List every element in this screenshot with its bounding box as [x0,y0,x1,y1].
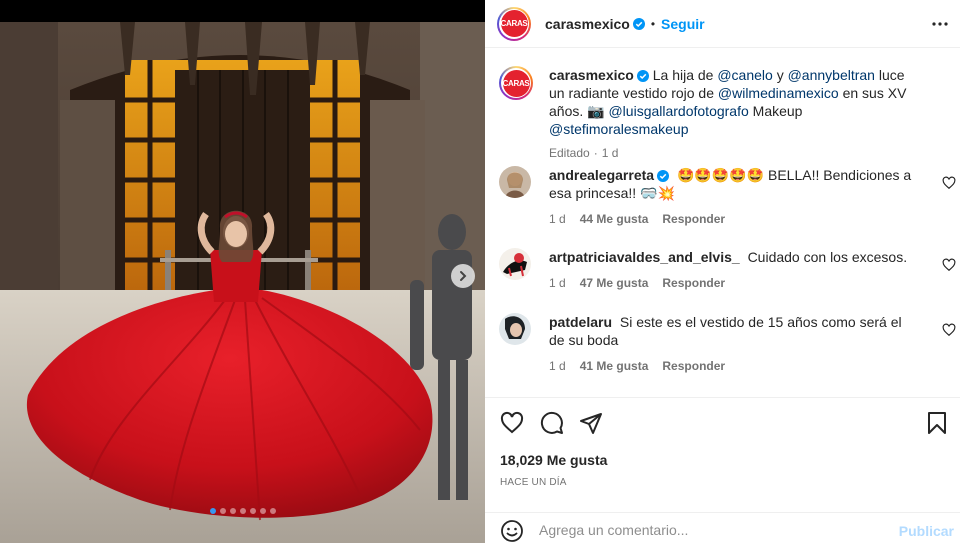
mention-link[interactable]: @canelo [717,67,772,83]
mention-link[interactable]: @annybeltran [788,67,875,83]
caption-meta-dot: · [593,146,598,160]
caption-time[interactable]: 1 d [602,144,619,162]
mention-link[interactable]: @luisgallardofotografo [608,103,748,119]
comment-likes[interactable]: 47 Me gusta [580,274,649,292]
caption-text-segment: y [772,67,788,83]
edited-label: Editado [549,146,590,160]
verified-icon [632,17,645,30]
carousel-dot [269,508,276,514]
carousel-next-button[interactable] [451,264,475,288]
comment-time[interactable]: 1 d [549,274,566,292]
caption-avatar-logo-text: CARAS [502,69,530,97]
carousel-dot [239,508,246,514]
post-photo[interactable] [0,0,485,543]
comment-avatar[interactable] [499,166,531,198]
like-button[interactable] [499,410,525,436]
header-username[interactable]: carasmexico [545,16,630,32]
comment-item: artpatriciavaldes_and_elvis_ Cuidado con… [499,248,960,292]
post-header: CARAS carasmexico • Seguir [485,0,960,48]
comment-time[interactable]: 1 d [549,357,566,375]
more-options-button[interactable] [930,14,950,34]
comment-username[interactable]: artpatriciavaldes_and_elvis_ [549,249,740,265]
avatar[interactable]: CARAS [497,6,531,41]
mention-link[interactable]: @wilmedinamexico [718,85,839,101]
caption-avatar[interactable]: CARAS [499,66,533,100]
post-panel: CARAS carasmexico • Seguir CARAS carasme… [485,0,960,543]
share-button[interactable] [578,410,604,436]
comment-button[interactable] [539,410,565,436]
likes-count[interactable]: 18,029 Me gusta [500,452,607,468]
caption-text-segment: 📷 [587,103,609,119]
save-button[interactable] [924,410,950,436]
comment-likes[interactable]: 44 Me gusta [580,210,649,228]
carousel-dot [249,508,256,514]
comment-avatar[interactable] [499,248,531,280]
carousel-indicator [0,508,485,514]
carousel-dot [219,508,226,514]
post-time[interactable]: HACE UN DÍA [500,477,567,488]
reply-button[interactable]: Responder [662,357,725,375]
comment-input[interactable] [539,517,879,543]
caption-text-segment: Makeup [748,103,803,119]
comment-username[interactable]: andrealegarreta [549,167,654,183]
carousel-dot [229,508,236,514]
comment-avatar[interactable] [499,313,531,345]
more-icon [932,22,948,26]
comment-username[interactable]: patdelaru [549,314,612,330]
comment-item: andrealegarreta 🤩🤩🤩🤩🤩 BELLA!! Bendicione… [499,166,960,228]
comment-icon [540,411,563,434]
avatar-logo-text: CARAS [500,10,528,37]
publish-button[interactable]: Publicar [899,523,954,539]
caption: CARAS carasmexico La hija de @canelo y @… [499,66,960,162]
heart-icon[interactable] [942,323,956,337]
heart-icon[interactable] [942,176,956,190]
emoji-icon[interactable] [500,519,524,543]
carousel-dot [209,508,216,514]
header-separator: • [650,16,656,31]
verified-icon [636,70,649,83]
post-image [0,0,485,543]
comment-time[interactable]: 1 d [549,210,566,228]
carousel-dot [259,508,266,514]
add-comment-bar: Publicar [485,512,960,543]
heart-icon [500,411,524,434]
verified-icon [657,170,670,183]
comment-item: patdelaru Si este es el vestido de 15 añ… [499,313,960,375]
chevron-right-icon [460,271,467,281]
share-icon [580,413,602,434]
comment-likes[interactable]: 41 Me gusta [580,357,649,375]
comments-list: CARAS carasmexico La hija de @canelo y @… [485,48,960,398]
comment-text: Cuidado con los excesos. [747,249,908,265]
reply-button[interactable]: Responder [662,274,725,292]
caption-text-segment: La hija de [652,67,718,83]
reply-button[interactable]: Responder [662,210,725,228]
follow-button[interactable]: Seguir [661,16,705,32]
action-bar: 18,029 Me gusta HACE UN DÍA [485,397,960,488]
mention-link[interactable]: @stefimoralesmakeup [549,121,689,137]
bookmark-icon [928,412,946,434]
heart-icon[interactable] [942,258,956,272]
caption-username[interactable]: carasmexico [549,67,634,83]
